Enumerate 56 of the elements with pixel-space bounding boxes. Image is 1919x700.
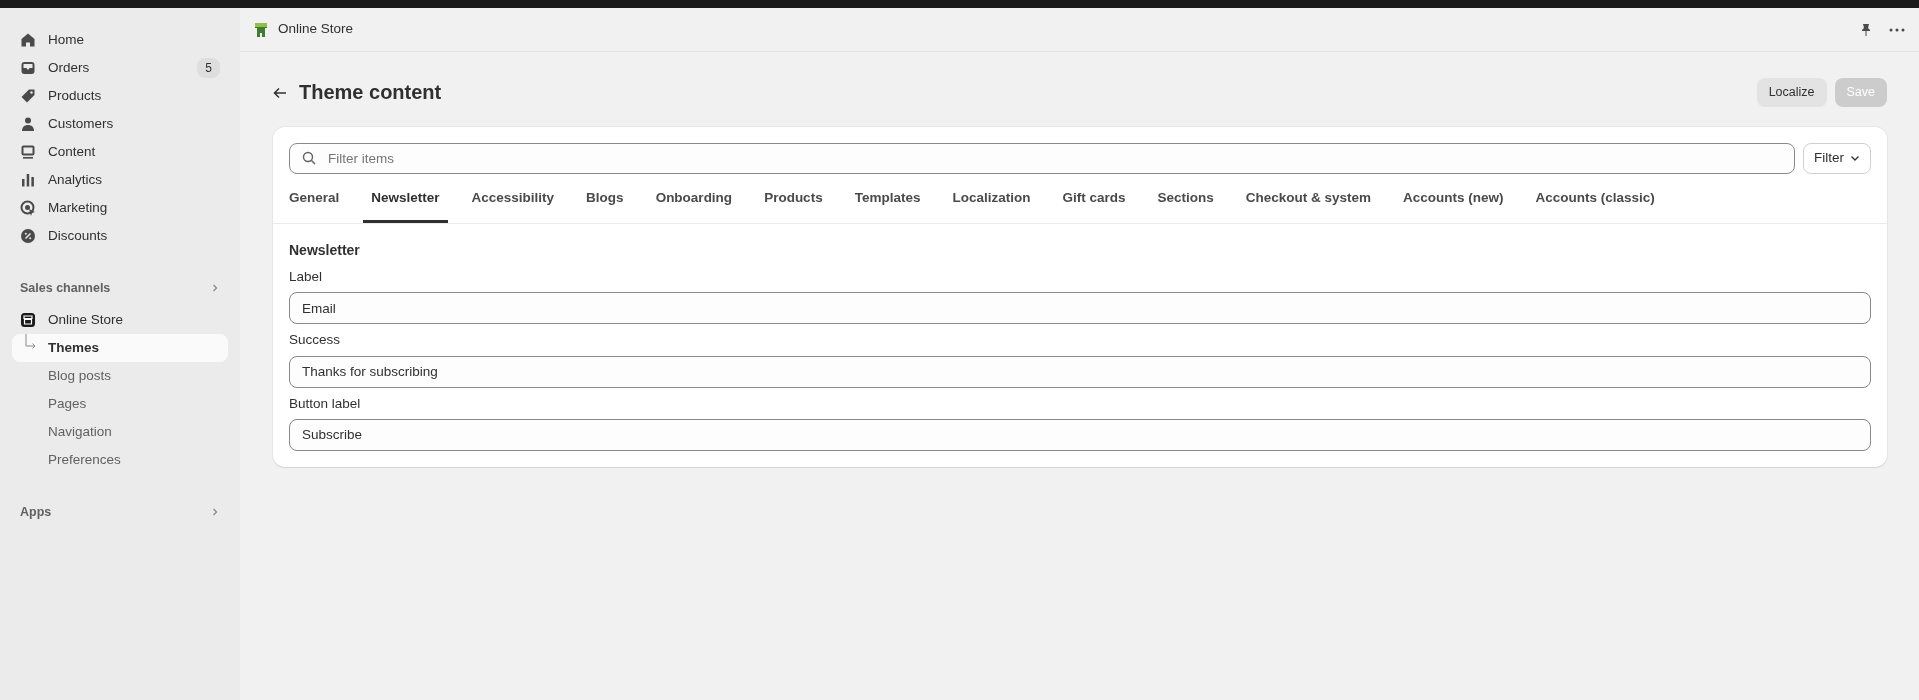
bar-chart-icon — [20, 172, 36, 188]
field-label: Success — [289, 331, 342, 350]
text-field[interactable]: Email — [289, 292, 1871, 325]
page-heading: Theme content — [299, 80, 442, 105]
person-icon — [20, 116, 36, 132]
chevron-right-icon — [210, 507, 220, 517]
tab[interactable]: Localization — [944, 177, 1039, 223]
target-icon — [20, 200, 36, 216]
field-label: Button label — [289, 394, 362, 413]
tab[interactable]: Templates — [846, 177, 929, 223]
nav-item[interactable]: Marketing — [12, 194, 228, 222]
tab[interactable]: Gift cards — [1054, 177, 1134, 223]
nav-item[interactable]: Orders 5 — [12, 54, 228, 82]
nav-item[interactable]: Discounts — [12, 222, 228, 250]
chevron-right-icon — [210, 283, 220, 293]
tab[interactable]: Newsletter — [363, 177, 448, 223]
nav-item[interactable]: Home — [12, 26, 228, 54]
section-heading: Apps — [20, 503, 52, 521]
nav-subitem[interactable]: Preferences — [12, 446, 228, 474]
tab[interactable]: Accounts (new) — [1395, 177, 1512, 223]
tab[interactable]: Checkout & system — [1237, 177, 1380, 223]
section-heading: Sales channels — [20, 279, 111, 297]
tab[interactable]: General — [281, 177, 348, 223]
tab[interactable]: Products — [756, 177, 831, 223]
nav-subitem[interactable]: Navigation — [12, 418, 228, 446]
tag-icon — [20, 88, 36, 104]
inbox-icon — [20, 60, 36, 76]
nav-item[interactable]: Online Store — [12, 306, 228, 334]
tab[interactable]: Blogs — [578, 177, 632, 223]
page-title: Online Store — [278, 20, 354, 39]
nav-item[interactable]: Customers — [12, 110, 228, 138]
discount-badge-icon — [20, 228, 36, 244]
tab[interactable]: Accounts (classic) — [1527, 177, 1663, 223]
nav-item[interactable]: Content — [12, 138, 228, 166]
monitor-icon — [20, 144, 36, 160]
nav-item[interactable]: Analytics — [12, 166, 228, 194]
section-title: Newsletter — [289, 241, 361, 260]
localize-button[interactable]: Localize — [1756, 78, 1827, 107]
nav-subitem[interactable]: Themes — [12, 334, 228, 362]
nav-item[interactable]: Products — [12, 82, 228, 110]
store-icon — [20, 312, 36, 328]
filter-button[interactable]: Filter — [1803, 142, 1871, 174]
home-icon — [20, 32, 36, 48]
text-field[interactable]: Subscribe — [289, 418, 1871, 451]
nav-subitem[interactable]: Blog posts — [12, 362, 228, 390]
tab[interactable]: Onboarding — [647, 177, 741, 223]
tab[interactable]: Sections — [1149, 177, 1222, 223]
text-field[interactable]: Thanks for subscribing — [289, 355, 1871, 388]
count-badge: 5 — [197, 58, 220, 78]
nav-subitem[interactable]: Pages — [12, 390, 228, 418]
pin-icon — [1859, 22, 1873, 37]
search-field[interactable]: Filter items — [289, 142, 1795, 174]
store-logo-icon — [252, 20, 270, 39]
field-label: Label — [289, 268, 324, 286]
tab[interactable]: Accessibility — [463, 177, 563, 223]
more-icon — [1889, 27, 1905, 32]
